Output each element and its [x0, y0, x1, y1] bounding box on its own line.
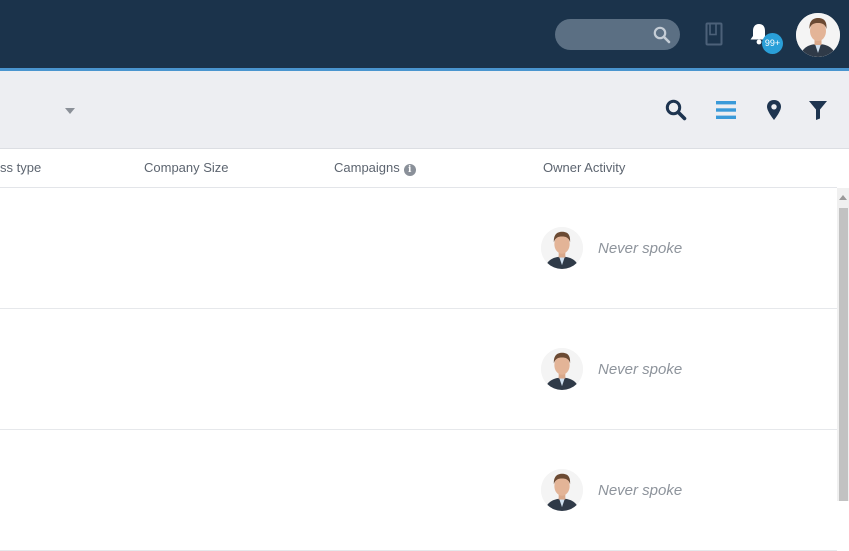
owner-avatar[interactable]	[541, 227, 583, 269]
vertical-scrollbar[interactable]	[837, 188, 849, 501]
notification-count-badge: 99+	[762, 33, 783, 54]
column-header-owner-activity[interactable]: Owner Activity	[543, 160, 625, 175]
owner-activity-text: Never spoke	[598, 482, 683, 499]
table-row[interactable]: Never spoke	[0, 188, 837, 309]
table-row[interactable]: Never spoke	[0, 309, 837, 430]
search-icon	[653, 26, 671, 44]
person-photo-icon	[541, 469, 583, 511]
filter-icon[interactable]	[808, 99, 828, 121]
owner-activity-text: Never spoke	[598, 361, 683, 378]
list-toolbar	[0, 71, 849, 149]
scrollbar-thumb[interactable]	[839, 208, 848, 501]
global-search-input[interactable]	[555, 19, 680, 50]
person-photo-icon	[541, 227, 583, 269]
search-icon[interactable]	[665, 99, 687, 121]
table-row[interactable]: Never spoke	[0, 430, 837, 551]
column-header-business-type[interactable]: ss type	[0, 160, 41, 175]
book-icon[interactable]	[705, 22, 723, 51]
column-header-company-size[interactable]: Company Size	[144, 160, 229, 175]
owner-avatar[interactable]	[541, 348, 583, 390]
info-icon[interactable]: i	[403, 164, 416, 176]
scroll-up-arrow-icon[interactable]	[839, 194, 847, 200]
list-view-icon[interactable]	[715, 99, 737, 121]
map-pin-icon[interactable]	[765, 99, 783, 121]
owner-activity-text: Never spoke	[598, 240, 683, 257]
user-avatar[interactable]	[796, 13, 840, 57]
person-photo-icon	[796, 13, 840, 57]
owner-avatar[interactable]	[541, 469, 583, 511]
table-header: ss type Company Size Campaigns i Owner Ac…	[0, 149, 837, 188]
person-photo-icon	[541, 348, 583, 390]
notifications-button[interactable]: 99+	[748, 22, 784, 54]
column-header-campaigns-label: Campaigns	[334, 160, 400, 175]
chevron-down-icon[interactable]	[64, 107, 76, 115]
column-header-campaigns[interactable]: Campaigns i	[334, 160, 416, 176]
top-navigation-bar: 99+	[0, 0, 849, 68]
